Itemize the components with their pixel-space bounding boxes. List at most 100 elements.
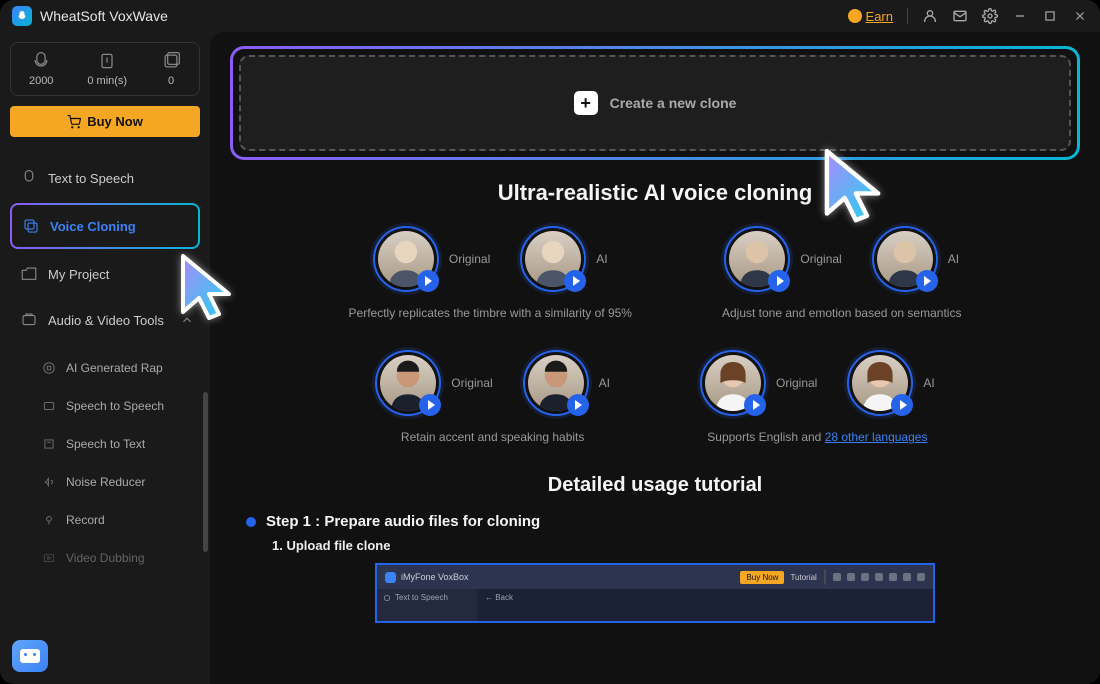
- sidebar: 2000 0 min(s) 0 Buy Now: [0, 32, 210, 684]
- subnav-noise[interactable]: Noise Reducer: [10, 463, 200, 501]
- buy-now-button[interactable]: Buy Now: [10, 106, 200, 137]
- titlebar: WheatSoft VoxWave Earn: [0, 0, 1100, 32]
- avatar-label-original: Original: [449, 252, 490, 266]
- project-icon: [20, 265, 38, 283]
- credits-value: 2000: [29, 75, 53, 87]
- play-icon: [916, 270, 938, 292]
- ts-icon: [847, 573, 855, 581]
- tts-icon: [20, 169, 38, 187]
- voice-cloning-icon: [22, 217, 40, 235]
- sidebar-scrollbar[interactable]: [203, 392, 208, 632]
- sample-pair-3: Original AI Retain accent and speaking h…: [375, 350, 610, 444]
- ts-tutorial-link: Tutorial: [790, 573, 816, 582]
- avatar-original-2[interactable]: [724, 226, 790, 292]
- scrollbar-thumb[interactable]: [203, 392, 208, 552]
- gear-icon[interactable]: [982, 8, 998, 24]
- step-1-text: Step 1 : Prepare audio files for cloning: [266, 513, 540, 530]
- play-icon: [417, 270, 439, 292]
- tutorial-screenshot: iMyFone VoxBox Buy Now Tutorial |: [375, 563, 935, 623]
- avatar-ai-2[interactable]: [872, 226, 938, 292]
- avatar-label-original: Original: [800, 252, 841, 266]
- ts-icon: [875, 573, 883, 581]
- minimize-icon[interactable]: [1012, 8, 1028, 24]
- mail-icon[interactable]: [952, 8, 968, 24]
- play-icon: [567, 394, 589, 416]
- subnav-sts-label: Speech to Speech: [66, 399, 164, 413]
- avatar-label-original: Original: [776, 376, 817, 390]
- chat-assistant-button[interactable]: [12, 640, 48, 672]
- divider: [907, 8, 908, 24]
- chevron-up-icon: [180, 313, 194, 327]
- tutorial-title: Detailed usage tutorial: [230, 474, 1080, 497]
- avatar-label-ai: AI: [923, 376, 934, 390]
- stats-row: 2000 0 min(s) 0: [10, 42, 200, 96]
- avatar-original-1[interactable]: [373, 226, 439, 292]
- stat-count: 0: [161, 51, 181, 87]
- avatar-label-original: Original: [451, 376, 492, 390]
- sample-pair-2: Original AI Adjust tone and emotion base…: [722, 226, 961, 320]
- bullet-icon: [246, 517, 256, 527]
- avatar-ai-4[interactable]: [847, 350, 913, 416]
- stat-minutes: 0 min(s): [87, 51, 127, 87]
- avatar-label-ai: AI: [948, 252, 959, 266]
- rap-icon: [42, 361, 56, 375]
- subnav-dubbing-label: Video Dubbing: [66, 551, 145, 565]
- subnav-stt[interactable]: Speech to Text: [10, 425, 200, 463]
- ts-icon: [889, 573, 897, 581]
- earn-link[interactable]: Earn: [848, 9, 893, 24]
- avatar-label-ai: AI: [596, 252, 607, 266]
- stat-credits: 2000: [29, 51, 53, 87]
- ts-app-title: iMyFone VoxBox: [401, 572, 469, 582]
- substep-1: 1. Upload file clone: [272, 538, 1080, 553]
- section-title: Ultra-realistic AI voice cloning: [230, 180, 1080, 206]
- app-logo-icon: [12, 6, 32, 26]
- buy-now-label: Buy Now: [87, 114, 143, 129]
- subnav-noise-label: Noise Reducer: [66, 475, 145, 489]
- nav-tools-header[interactable]: Audio & Video Tools: [10, 299, 200, 341]
- user-icon[interactable]: [922, 8, 938, 24]
- dubbing-icon: [42, 551, 56, 565]
- app-window: WheatSoft VoxWave Earn: [0, 0, 1100, 684]
- ts-back-link: ← Back: [485, 593, 925, 602]
- avatar-original-4[interactable]: [700, 350, 766, 416]
- minutes-value: 0 min(s): [87, 75, 127, 87]
- pair-desc-2: Adjust tone and emotion based on semanti…: [722, 306, 961, 320]
- close-icon[interactable]: [1072, 8, 1088, 24]
- play-icon: [419, 394, 441, 416]
- count-icon: [161, 51, 181, 71]
- avatar-ai-3[interactable]: [523, 350, 589, 416]
- ts-icon: [917, 573, 925, 581]
- avatar-ai-1[interactable]: [520, 226, 586, 292]
- ts-icon: [861, 573, 869, 581]
- nav-voice-cloning[interactable]: Voice Cloning: [10, 203, 200, 249]
- languages-link[interactable]: 28 other languages: [825, 430, 928, 444]
- subnav-record[interactable]: Record: [10, 501, 200, 539]
- pair-desc-3: Retain accent and speaking habits: [401, 430, 584, 444]
- ts-buy-button: Buy Now: [740, 571, 784, 584]
- subnav-rap-label: AI Generated Rap: [66, 361, 163, 375]
- avatar-original-3[interactable]: [375, 350, 441, 416]
- nav-tools-label: Audio & Video Tools: [48, 313, 164, 328]
- create-clone-button[interactable]: + Create a new clone: [239, 55, 1071, 151]
- subnav-dubbing[interactable]: Video Dubbing: [10, 539, 200, 577]
- count-value: 0: [168, 75, 174, 87]
- nav-tts-label: Text to Speech: [48, 171, 134, 186]
- minutes-icon: [97, 51, 117, 71]
- play-icon: [564, 270, 586, 292]
- maximize-icon[interactable]: [1042, 8, 1058, 24]
- create-clone-label: Create a new clone: [610, 95, 737, 111]
- plus-icon: +: [574, 91, 598, 115]
- chat-bot-icon: [20, 649, 40, 663]
- sample-pair-1: Original AI Perfectly replicates the tim…: [349, 226, 632, 320]
- ts-icon: [833, 573, 841, 581]
- play-icon: [744, 394, 766, 416]
- subnav-sts[interactable]: Speech to Speech: [10, 387, 200, 425]
- noise-icon: [42, 475, 56, 489]
- cart-icon: [67, 115, 81, 129]
- subnav-rap[interactable]: AI Generated Rap: [10, 349, 200, 387]
- nav-my-project[interactable]: My Project: [10, 253, 200, 295]
- nav-text-to-speech[interactable]: Text to Speech: [10, 157, 200, 199]
- tools-icon: [20, 311, 38, 329]
- stt-icon: [42, 437, 56, 451]
- subnav-stt-label: Speech to Text: [66, 437, 145, 451]
